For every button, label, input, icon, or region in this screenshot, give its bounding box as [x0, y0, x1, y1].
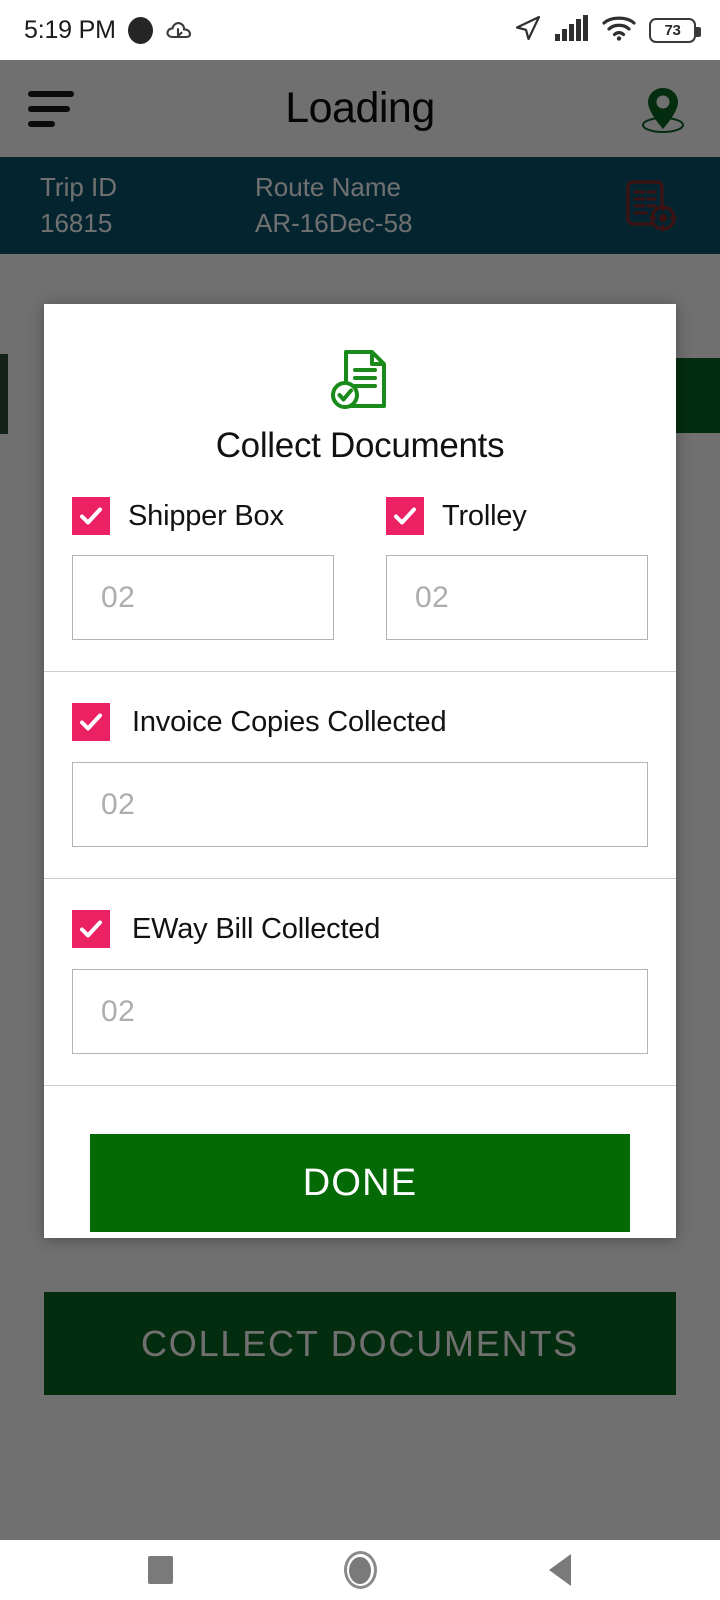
- shipper-box-checkbox-row[interactable]: Shipper Box: [72, 496, 334, 536]
- cloud-icon: [165, 19, 193, 41]
- invoice-copies-placeholder: 02: [101, 787, 136, 821]
- field-invoice-copies: Invoice Copies Collected 02: [72, 702, 648, 847]
- done-button[interactable]: DONE: [90, 1134, 630, 1232]
- collect-documents-dialog: Collect Documents Shipper Box 02 Trolley…: [44, 304, 676, 1238]
- invoice-copies-input[interactable]: 02: [72, 762, 648, 847]
- status-time: 5:19 PM: [24, 15, 116, 44]
- dialog-section-1: Shipper Box 02 Trolley 02: [44, 466, 676, 640]
- document-check-icon: [330, 348, 390, 412]
- trolley-label: Trolley: [442, 499, 527, 532]
- shipper-box-checkbox[interactable]: [72, 497, 110, 535]
- nav-home-slot[interactable]: [260, 1551, 460, 1589]
- phone-screen: 5:19 PM 73 Collect Documents Shipper Box…: [0, 0, 720, 1600]
- triangle-back-icon[interactable]: [549, 1554, 571, 1586]
- shipper-box-label: Shipper Box: [128, 499, 284, 532]
- status-bar-right: 73: [514, 14, 701, 47]
- trolley-placeholder: 02: [415, 580, 450, 614]
- status-bar: 5:19 PM 73: [0, 0, 720, 60]
- dialog-section-2: Invoice Copies Collected 02: [44, 672, 676, 878]
- cellular-signal-icon: [555, 14, 589, 46]
- eway-bill-input[interactable]: 02: [72, 969, 648, 1054]
- eway-bill-placeholder: 02: [101, 994, 136, 1028]
- done-button-label: DONE: [302, 1161, 418, 1204]
- trolley-input[interactable]: 02: [386, 555, 648, 640]
- eway-bill-label: EWay Bill Collected: [132, 912, 381, 945]
- shipper-box-placeholder: 02: [101, 580, 136, 614]
- dialog-section-3: EWay Bill Collected 02: [44, 879, 676, 1085]
- record-dot-icon: [127, 16, 153, 44]
- field-eway-bill: EWay Bill Collected 02: [72, 909, 648, 1054]
- dialog-header: Collect Documents: [44, 304, 676, 466]
- eway-bill-checkbox[interactable]: [72, 910, 110, 948]
- field-trolley: Trolley 02: [386, 496, 648, 640]
- nav-back-slot[interactable]: [460, 1554, 660, 1586]
- trolley-checkbox[interactable]: [386, 497, 424, 535]
- shipper-box-input[interactable]: 02: [72, 555, 334, 640]
- status-bar-left: 5:19 PM: [24, 16, 193, 45]
- eway-bill-checkbox-row[interactable]: EWay Bill Collected: [72, 909, 648, 949]
- square-recents-icon[interactable]: [147, 1556, 173, 1584]
- battery-icon: 73: [649, 17, 701, 43]
- invoice-copies-label: Invoice Copies Collected: [132, 705, 447, 738]
- invoice-copies-checkbox-row[interactable]: Invoice Copies Collected: [72, 702, 648, 742]
- field-shipper-box: Shipper Box 02: [72, 496, 334, 640]
- invoice-copies-checkbox[interactable]: [72, 703, 110, 741]
- trolley-checkbox-row[interactable]: Trolley: [386, 496, 648, 536]
- field-row-pair: Shipper Box 02 Trolley 02: [72, 466, 648, 640]
- circle-home-icon[interactable]: [343, 1551, 377, 1589]
- android-navigation-bar: [0, 1540, 720, 1600]
- navigation-arrow-icon: [514, 14, 542, 47]
- dialog-footer: DONE: [44, 1086, 676, 1232]
- nav-recents-slot[interactable]: [60, 1556, 260, 1584]
- dialog-title: Collect Documents: [215, 426, 505, 465]
- wifi-icon: [602, 15, 636, 46]
- battery-level: 73: [664, 21, 681, 39]
